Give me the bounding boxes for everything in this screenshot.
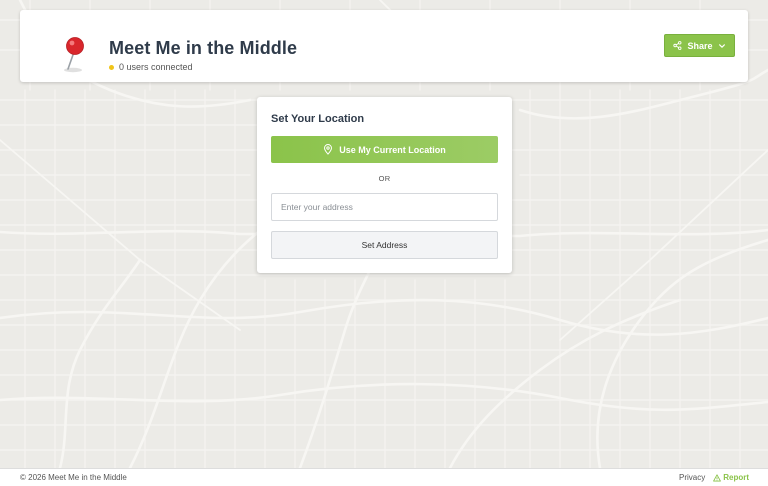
use-current-location-button[interactable]: Use My Current Location <box>271 136 498 163</box>
card-title: Set Your Location <box>271 113 365 125</box>
connection-status: 0 users connected <box>109 62 193 72</box>
status-text: 0 users connected <box>119 62 193 72</box>
copyright-text: © 2026 Meet Me in the Middle <box>20 473 127 482</box>
page-footer: © 2026 Meet Me in the Middle Privacy Rep… <box>0 468 768 486</box>
chevron-down-icon <box>718 43 725 48</box>
share-button[interactable]: Share <box>664 34 735 57</box>
address-input[interactable] <box>271 193 498 221</box>
pushpin-icon <box>64 37 84 73</box>
map-pin-icon <box>324 144 333 155</box>
share-label: Share <box>687 40 713 51</box>
report-label: Report <box>723 473 749 482</box>
set-location-card: Set Your Location Use My Current Locatio… <box>257 97 512 273</box>
warning-triangle-icon <box>713 473 722 481</box>
privacy-link[interactable]: Privacy <box>679 473 705 482</box>
or-divider: OR <box>378 174 391 183</box>
report-link[interactable]: Report <box>713 473 749 482</box>
status-dot-icon <box>109 64 114 70</box>
use-current-location-label: Use My Current Location <box>339 144 446 155</box>
share-icon <box>673 41 682 50</box>
app-header: Meet Me in the Middle 0 users connected … <box>20 10 748 82</box>
set-address-button[interactable]: Set Address <box>271 231 498 259</box>
app-title: Meet Me in the Middle <box>109 38 298 58</box>
footer-links: Privacy Report <box>679 473 749 482</box>
